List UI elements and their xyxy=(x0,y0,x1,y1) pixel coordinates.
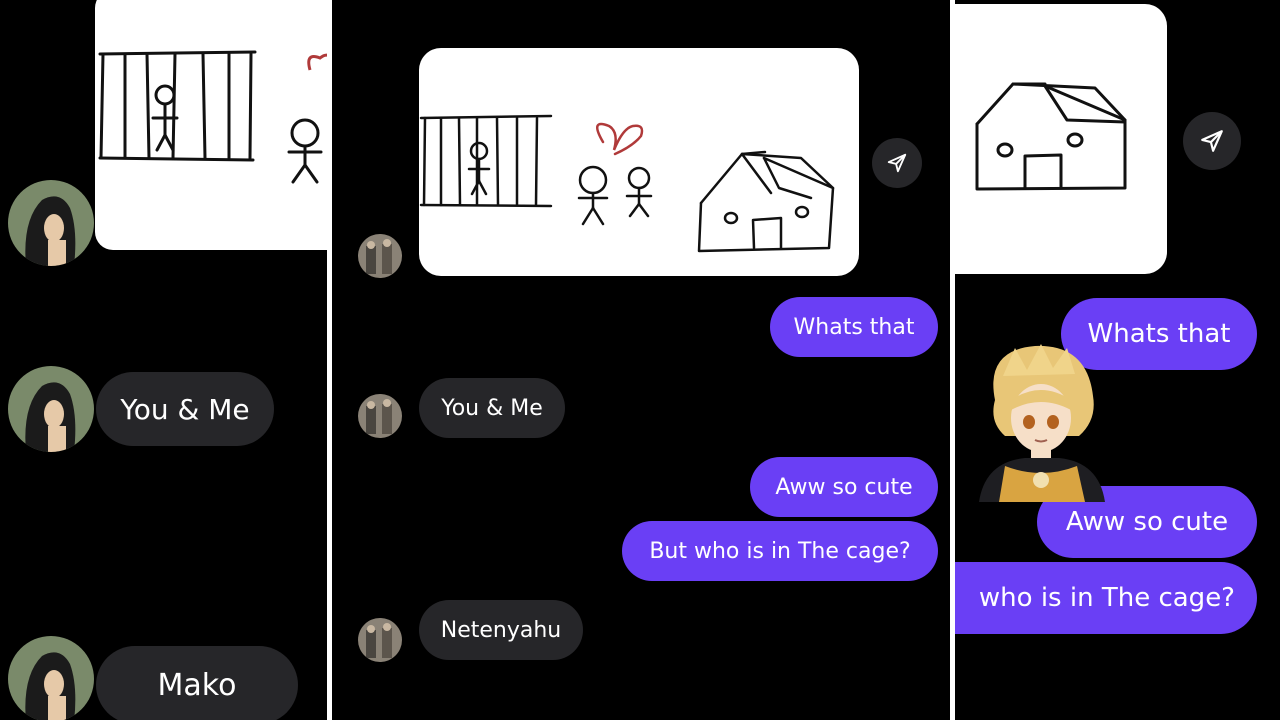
drawing-image[interactable] xyxy=(419,48,859,276)
left-chat-panel: You & Me Mako xyxy=(0,0,327,720)
middle-chat-panel: Whats that You & Me Aww so cute But who … xyxy=(332,0,950,720)
message-text: Netenyahu xyxy=(440,617,562,643)
message-text: who is in The cage? xyxy=(978,583,1235,613)
right-chat-panel: Whats that Aww so cute who is in The cag… xyxy=(955,0,1280,720)
message-bubble-incoming[interactable]: Mako xyxy=(96,646,298,720)
message-bubble-outgoing[interactable]: But who is in The cage? xyxy=(622,521,938,581)
avatar[interactable] xyxy=(8,366,94,452)
house-drawing xyxy=(975,82,1127,191)
avatar[interactable] xyxy=(8,636,94,720)
send-icon xyxy=(887,153,907,173)
avatar-photo xyxy=(358,394,402,438)
avatar[interactable] xyxy=(358,618,402,662)
message-text: Aww so cute xyxy=(775,474,913,500)
avatar[interactable] xyxy=(358,394,402,438)
message-bubble-incoming[interactable]: Netenyahu xyxy=(419,600,583,660)
avatar-illustration xyxy=(8,366,94,452)
message-text: Mako xyxy=(157,667,237,703)
share-button[interactable] xyxy=(872,138,922,188)
character-sticker-illustration xyxy=(979,344,1105,502)
avatar-illustration xyxy=(8,636,94,720)
avatar-photo xyxy=(358,618,402,662)
avatar-illustration xyxy=(8,180,94,266)
character-sticker xyxy=(975,340,1109,502)
message-bubble-incoming[interactable]: You & Me xyxy=(419,378,565,438)
message-text: Whats that xyxy=(793,314,915,340)
send-icon xyxy=(1201,130,1223,152)
message-text: You & Me xyxy=(120,392,250,426)
message-bubble-outgoing[interactable]: Whats that xyxy=(770,297,938,357)
message-text: Aww so cute xyxy=(1065,507,1229,537)
message-bubble-incoming[interactable]: You & Me xyxy=(96,372,274,446)
drawing-image[interactable] xyxy=(955,4,1167,274)
share-button[interactable] xyxy=(1183,112,1241,170)
avatar[interactable] xyxy=(358,234,402,278)
drawing-image[interactable] xyxy=(95,0,327,250)
message-bubble-outgoing[interactable]: who is in The cage? xyxy=(955,562,1257,634)
message-text: But who is in The cage? xyxy=(649,538,911,564)
message-text: You & Me xyxy=(441,395,543,421)
cage-couple-house-drawing xyxy=(419,114,835,253)
message-bubble-outgoing[interactable]: Aww so cute xyxy=(750,457,938,517)
avatar[interactable] xyxy=(8,180,94,266)
avatar-photo xyxy=(358,234,402,278)
cage-drawing xyxy=(98,50,327,184)
